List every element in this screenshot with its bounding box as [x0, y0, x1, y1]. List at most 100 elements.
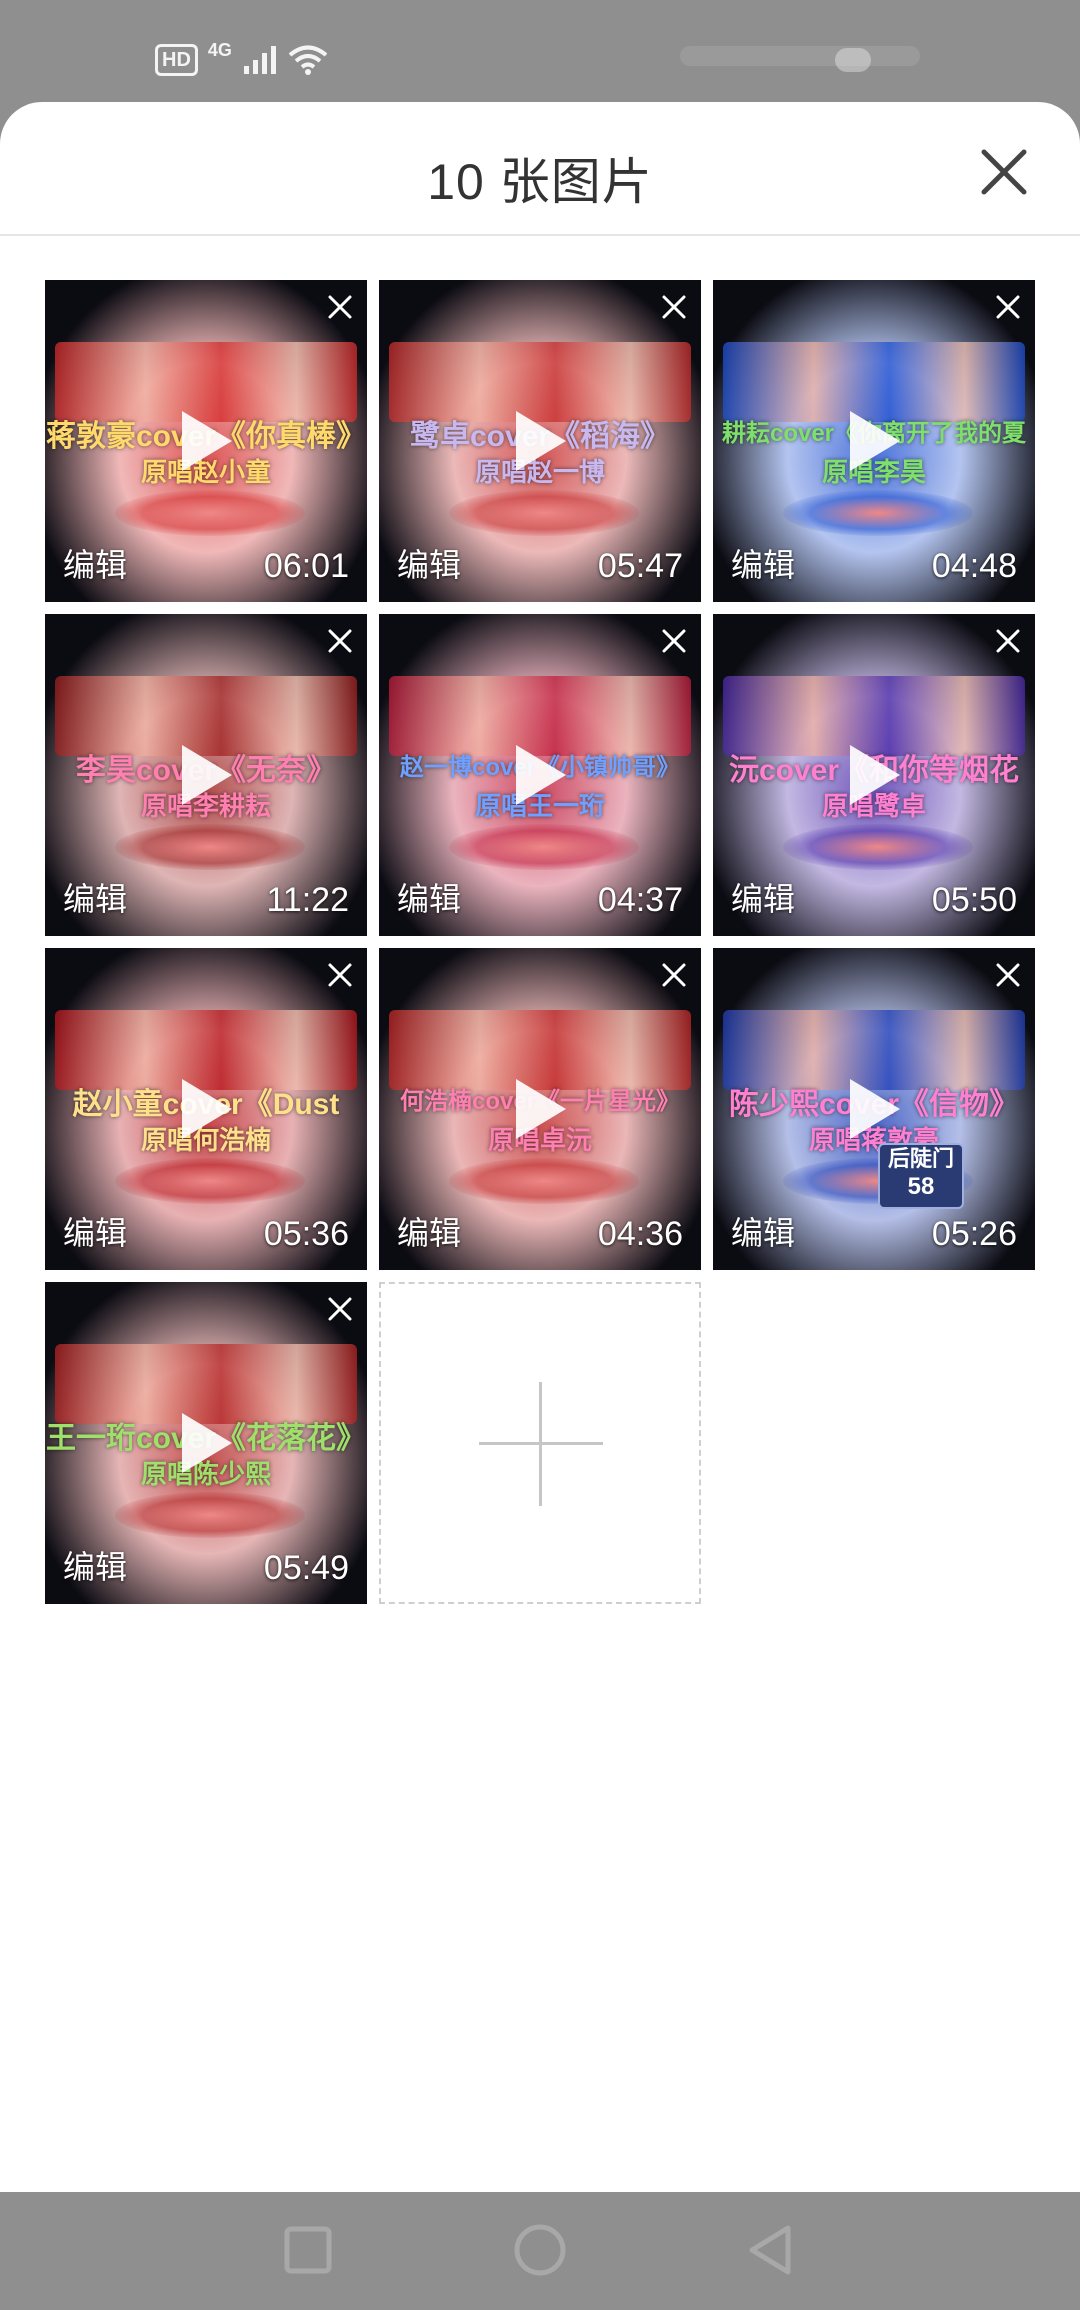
close-icon	[328, 963, 352, 987]
sheet-header: 10 张图片	[0, 102, 1080, 236]
close-icon	[328, 295, 352, 319]
video-duration: 06:01	[263, 547, 349, 585]
video-duration: 04:48	[931, 547, 1017, 585]
stage-screen	[723, 1010, 1025, 1090]
edit-button[interactable]: 编辑	[63, 540, 127, 586]
video-duration: 04:36	[597, 1215, 683, 1253]
remove-video-button[interactable]	[993, 292, 1023, 322]
stage-floor	[115, 1158, 305, 1204]
close-icon	[328, 629, 352, 653]
stage-screen	[389, 342, 691, 422]
remove-video-button[interactable]	[325, 292, 355, 322]
close-icon	[996, 629, 1020, 653]
video-thumbnail-tile[interactable]: 陈少熙cover《信物》 原唱蒋敦豪 后陡门 58 编辑 05:26	[713, 948, 1035, 1270]
edit-button[interactable]: 编辑	[63, 1208, 127, 1254]
venue-sign-line2: 58	[907, 1173, 935, 1200]
edit-button[interactable]: 编辑	[731, 874, 795, 920]
play-icon	[182, 1413, 232, 1473]
status-icons: HD 4G	[155, 40, 328, 80]
stage-screen	[389, 676, 691, 756]
recents-button[interactable]	[278, 2220, 338, 2280]
video-thumbnail-tile[interactable]: 赵小童cover《Dust 原唱何浩楠 编辑 05:36	[45, 948, 367, 1270]
video-duration: 04:37	[597, 881, 683, 919]
play-icon	[182, 1079, 232, 1139]
video-duration: 05:47	[597, 547, 683, 585]
stage-screen	[55, 1010, 357, 1090]
video-thumbnail-tile[interactable]: 沅cover《和你等烟花 原唱鹭卓 编辑 05:50	[713, 614, 1035, 936]
video-thumbnail-tile[interactable]: 李昊cover《无奈》 原唱李耕耘 编辑 11:22	[45, 614, 367, 936]
stage-floor	[783, 824, 973, 870]
remove-video-button[interactable]	[659, 292, 689, 322]
remove-video-button[interactable]	[325, 960, 355, 990]
video-thumbnail-tile[interactable]: 蒋敦豪cover《你真棒》 原唱赵小童 编辑 06:01	[45, 280, 367, 602]
close-button[interactable]	[972, 140, 1036, 204]
plus-icon-vertical	[539, 1382, 542, 1506]
video-duration: 05:26	[931, 1215, 1017, 1253]
back-icon	[749, 2225, 791, 2275]
play-icon	[850, 1079, 900, 1139]
status-bar-right-blur	[680, 46, 920, 66]
close-icon	[981, 149, 1027, 195]
signal-icon	[243, 46, 276, 74]
venue-sign-line1: 后陡门	[887, 1146, 954, 1171]
hd-badge: HD	[155, 44, 198, 76]
remove-video-button[interactable]	[325, 1294, 355, 1324]
close-icon	[662, 295, 686, 319]
edit-button[interactable]: 编辑	[397, 540, 461, 586]
video-thumbnail-tile[interactable]: 鹭卓cover《稻海》 原唱赵一博 编辑 05:47	[379, 280, 701, 602]
play-icon	[516, 745, 566, 805]
stage-floor	[783, 490, 973, 536]
stage-screen	[55, 342, 357, 422]
remove-video-button[interactable]	[325, 626, 355, 656]
edit-button[interactable]: 编辑	[731, 540, 795, 586]
wifi-icon	[288, 45, 328, 75]
play-icon	[516, 1079, 566, 1139]
video-thumbnail-tile[interactable]: 何浩楠cover《一片星光》 原唱卓沅 编辑 04:36	[379, 948, 701, 1270]
play-icon	[182, 411, 232, 471]
venue-sign: 后陡门 58	[878, 1143, 964, 1209]
close-icon	[328, 1297, 352, 1321]
video-thumbnail-tile[interactable]: 赵一博cover《小镇帅哥》 原唱王一珩 编辑 04:37	[379, 614, 701, 936]
play-icon	[182, 745, 232, 805]
edit-button[interactable]: 编辑	[731, 1208, 795, 1254]
edit-button[interactable]: 编辑	[63, 874, 127, 920]
home-icon	[514, 2224, 566, 2276]
navigation-bar	[0, 2192, 1080, 2310]
close-icon	[996, 295, 1020, 319]
edit-button[interactable]: 编辑	[63, 1542, 127, 1588]
play-icon	[516, 411, 566, 471]
stage-floor	[449, 824, 639, 870]
close-icon	[662, 963, 686, 987]
video-duration: 05:49	[263, 1549, 349, 1587]
close-icon	[996, 963, 1020, 987]
stage-floor	[449, 490, 639, 536]
video-duration: 05:50	[931, 881, 1017, 919]
stage-floor	[449, 1158, 639, 1204]
recents-icon	[284, 2226, 332, 2274]
sheet-title: 10 张图片	[427, 154, 653, 210]
edit-button[interactable]: 编辑	[397, 874, 461, 920]
close-icon	[662, 629, 686, 653]
stage-floor	[115, 1492, 305, 1538]
status-bar-right-blur-dot	[835, 48, 871, 72]
remove-video-button[interactable]	[659, 626, 689, 656]
edit-button[interactable]: 编辑	[397, 1208, 461, 1254]
remove-video-button[interactable]	[993, 626, 1023, 656]
add-media-button[interactable]	[379, 1282, 701, 1604]
video-duration: 11:22	[266, 881, 349, 919]
network-type-label: 4G	[207, 39, 232, 60]
video-duration: 05:36	[263, 1215, 349, 1253]
stage-screen	[55, 1344, 357, 1424]
play-icon	[850, 745, 900, 805]
video-thumbnail-tile[interactable]: 王一珩cover《花落花》 原唱陈少熙 编辑 05:49	[45, 1282, 367, 1604]
stage-floor	[115, 490, 305, 536]
stage-floor	[115, 824, 305, 870]
stage-screen	[55, 676, 357, 756]
stage-screen	[723, 676, 1025, 756]
back-button[interactable]	[740, 2220, 800, 2280]
video-thumbnail-tile[interactable]: 耕耘cover《你离开了我的夏 原唱李昊 编辑 04:48	[713, 280, 1035, 602]
stage-screen	[389, 1010, 691, 1090]
home-button[interactable]	[510, 2220, 570, 2280]
remove-video-button[interactable]	[993, 960, 1023, 990]
remove-video-button[interactable]	[659, 960, 689, 990]
